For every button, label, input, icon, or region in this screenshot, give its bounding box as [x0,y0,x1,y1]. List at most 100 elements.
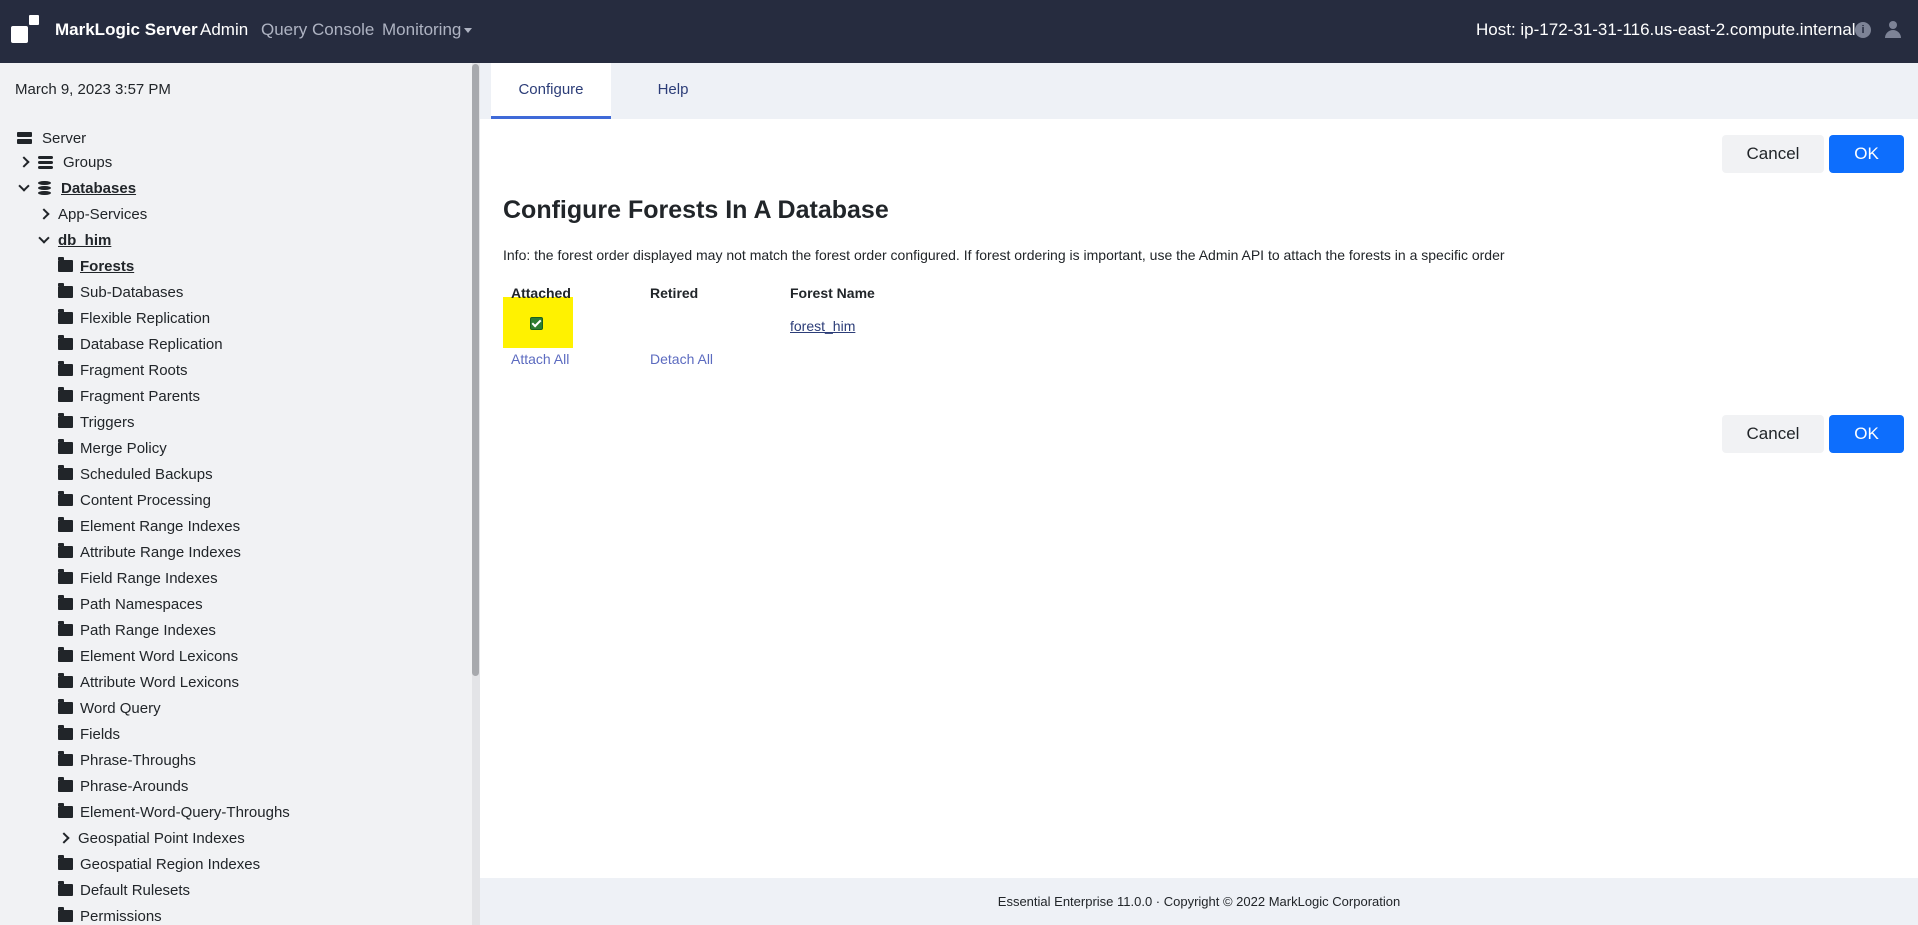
chevron-right-icon[interactable] [18,156,30,168]
tab-help[interactable]: Help [628,63,718,119]
chevron-down-icon[interactable] [38,232,50,244]
nav-monitoring[interactable]: Monitoring [382,20,473,40]
tree-item-field-range-indexes[interactable]: Field Range Indexes [58,568,218,588]
info-message: Info: the forest order displayed may not… [503,247,1505,263]
tree-item-attribute-word-lexicons[interactable]: Attribute Word Lexicons [58,672,239,692]
tree-item-label: App-Services [58,205,148,223]
folder-icon [58,413,73,428]
tree-item-triggers[interactable]: Triggers [58,412,134,432]
detach-all-link[interactable]: Detach All [650,351,713,367]
folder-icon [58,361,73,376]
tree-item-content-processing[interactable]: Content Processing [58,490,211,510]
cancel-button-top[interactable]: Cancel [1722,135,1824,173]
tree-item-permissions[interactable]: Permissions [58,906,162,925]
tree-item-forests[interactable]: Forests [58,256,134,276]
tree-item-fields[interactable]: Fields [58,724,120,744]
tree-item-phrase-throughs[interactable]: Phrase-Throughs [58,750,196,770]
tree-item-label: Fragment Roots [80,361,188,379]
folder-icon [58,647,73,662]
database-icon [38,181,51,195]
tree-item-element-range-indexes[interactable]: Element Range Indexes [58,516,240,536]
tab-configure[interactable]: Configure [491,63,611,119]
cancel-button-bottom[interactable]: Cancel [1722,415,1824,453]
tree-item-label: Field Range Indexes [80,569,218,587]
tree-item-label: Forests [80,257,135,275]
tree-item-label: Fragment Parents [80,387,201,405]
tree-item-databases[interactable]: Databases [18,178,137,198]
tree-item-element-word-lexicons[interactable]: Element Word Lexicons [58,646,238,666]
tree-item-geospatial-region-indexes[interactable]: Geospatial Region Indexes [58,854,260,874]
folder-icon [58,751,73,766]
ok-button-bottom[interactable]: OK [1829,415,1904,453]
tree-item-attribute-range-indexes[interactable]: Attribute Range Indexes [58,542,241,562]
tree-item-path-range-indexes[interactable]: Path Range Indexes [58,620,216,640]
tree-item-sub-databases[interactable]: Sub-Databases [58,282,183,302]
chevron-down-icon[interactable] [18,180,30,192]
tree-item-label: Flexible Replication [80,309,211,327]
tree-item-server[interactable]: Server [17,128,86,148]
folder-icon [58,699,73,714]
sidebar-datetime: March 9, 2023 3:57 PM [15,81,171,98]
folder-icon [58,725,73,740]
folder-icon [58,907,73,922]
tree-item-flexible-replication[interactable]: Flexible Replication [58,308,210,328]
tree-item-label: Attribute Word Lexicons [80,673,239,691]
tree-item-label: Groups [63,153,113,171]
folder-icon [58,335,73,350]
attached-checkbox[interactable] [530,317,543,330]
folder-icon [58,569,73,584]
tree-item-label: Word Query [80,699,161,717]
chevron-right-icon[interactable] [58,832,70,844]
forest-name-link[interactable]: forest_him [790,318,855,334]
tree-item-label: Geospatial Point Indexes [78,829,245,847]
tree-item-fragment-parents[interactable]: Fragment Parents [58,386,200,406]
tree-item-merge-policy[interactable]: Merge Policy [58,438,167,458]
footer: Essential Enterprise 11.0.0 · Copyright … [480,878,1918,925]
folder-icon [58,621,73,636]
host-label: Host: ip-172-31-31-116.us-east-2.compute… [1476,20,1856,39]
ok-button-top[interactable]: OK [1829,135,1904,173]
folder-icon [58,465,73,480]
nav-admin[interactable]: Admin [200,20,248,40]
tree-item-label: Permissions [80,907,162,925]
tree-item-geospatial-point-indexes[interactable]: Geospatial Point Indexes [58,828,245,848]
tree-item-label: Databases [61,179,137,197]
sidebar-scrollbar-thumb[interactable] [472,64,479,676]
folder-icon [58,673,73,688]
info-icon[interactable]: i [1855,22,1871,38]
tree-item-scheduled-backups[interactable]: Scheduled Backups [58,464,213,484]
folder-icon [58,595,73,610]
tree-item-app-services[interactable]: App-Services [38,204,148,224]
tree-item-label: Element Word Lexicons [80,647,239,665]
tree-item-label: Phrase-Throughs [80,751,196,769]
marklogic-logo-icon[interactable] [11,15,40,45]
folder-icon [58,387,73,402]
tree-item-path-namespaces[interactable]: Path Namespaces [58,594,203,614]
tree-item-label: Scheduled Backups [80,465,213,483]
folder-icon [58,439,73,454]
folder-icon [58,309,73,324]
tree-item-element-word-query-throughs[interactable]: Element-Word-Query-Throughs [58,802,290,822]
tree-item-default-rulesets[interactable]: Default Rulesets [58,880,190,900]
tree-item-phrase-arounds[interactable]: Phrase-Arounds [58,776,188,796]
column-header-attached: Attached [511,285,571,301]
tree-item-label: Path Namespaces [80,595,203,613]
tree-item-label: Server [42,129,87,147]
top-navbar: MarkLogic Server Admin Query Console Mon… [0,0,1918,63]
tree-item-label: Path Range Indexes [80,621,216,639]
tree-item-word-query[interactable]: Word Query [58,698,161,718]
tree-item-label: Default Rulesets [80,881,191,899]
brand-title[interactable]: MarkLogic Server [55,20,198,40]
folder-icon [58,517,73,532]
attach-all-link[interactable]: Attach All [511,351,569,367]
nav-query-console[interactable]: Query Console [261,20,374,40]
tree-item-label: Fields [80,725,121,743]
tree-item-fragment-roots[interactable]: Fragment Roots [58,360,188,380]
chevron-right-icon[interactable] [38,208,50,220]
tree-item-db-him[interactable]: db_him [38,230,111,250]
user-icon[interactable] [1884,21,1902,39]
tree-item-groups[interactable]: Groups [18,152,113,172]
folder-icon [58,491,73,506]
tree-item-database-replication[interactable]: Database Replication [58,334,223,354]
tree-item-label: Element-Word-Query-Throughs [80,803,290,821]
